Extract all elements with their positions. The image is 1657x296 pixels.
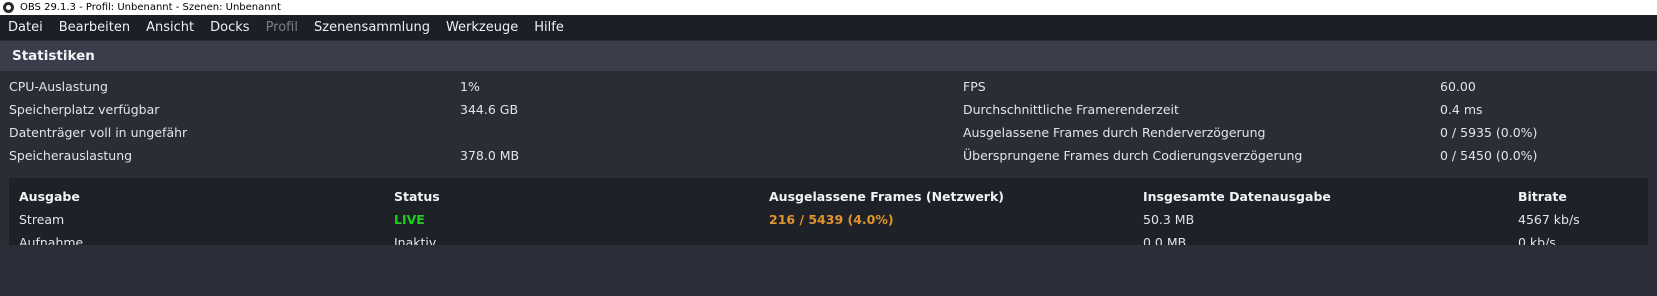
output-table: Ausgabe Status Ausgelassene Frames (Netz… bbox=[9, 178, 1657, 245]
stat-value: 344.6 GB bbox=[460, 102, 519, 117]
col-header-dropped: Ausgelassene Frames (Netzwerk) bbox=[769, 189, 1004, 204]
stat-label: Speicherauslastung bbox=[9, 148, 133, 163]
stat-label: Durchschnittliche Framerenderzeit bbox=[963, 102, 1179, 117]
menu-werkzeuge[interactable]: Werkzeuge bbox=[438, 20, 526, 35]
menu-bearbeiten[interactable]: Bearbeiten bbox=[51, 20, 138, 35]
stat-row-disk-free: Speicherplatz verfügbar 344.6 GB bbox=[9, 98, 829, 122]
total-output-value: 50.3 MB bbox=[1143, 212, 1195, 227]
panel-title: Statistiken bbox=[12, 48, 95, 64]
stat-row-cpu: CPU-Auslastung 1% bbox=[9, 75, 829, 99]
stats-panel-header: Statistiken bbox=[0, 41, 1657, 71]
stat-row-disk-full: Datenträger voll in ungefähr bbox=[9, 121, 829, 145]
table-row: Stream LIVE 216 / 5439 (4.0%) 50.3 MB 45… bbox=[9, 208, 1657, 231]
window-title: OBS 29.1.3 - Profil: Unbenannt - Szenen:… bbox=[20, 2, 281, 13]
status-badge: LIVE bbox=[394, 212, 425, 227]
stat-label: FPS bbox=[963, 79, 986, 94]
stat-value: 378.0 MB bbox=[460, 148, 520, 163]
stat-row-render-lag: Ausgelassene Frames durch Renderverzöger… bbox=[963, 121, 1653, 145]
status-text: Inaktiv bbox=[394, 235, 437, 245]
col-header-status: Status bbox=[394, 189, 440, 204]
output-name: Stream bbox=[19, 212, 65, 227]
bitrate-value: 0 kb/s bbox=[1518, 235, 1556, 245]
col-header-total: Insgesamte Datenausgabe bbox=[1143, 189, 1331, 204]
stat-value: 0.4 ms bbox=[1440, 102, 1483, 117]
total-output-value: 0.0 MB bbox=[1143, 235, 1187, 245]
bitrate-value: 4567 kb/s bbox=[1518, 212, 1580, 227]
stat-label: Datenträger voll in ungefähr bbox=[9, 125, 188, 140]
stat-label: Speicherplatz verfügbar bbox=[9, 102, 160, 117]
stat-row-render-time: Durchschnittliche Framerenderzeit 0.4 ms bbox=[963, 98, 1653, 122]
menu-profil: Profil bbox=[265, 20, 298, 35]
table-row: Aufnahme Inaktiv 0.0 MB 0 kb/s bbox=[9, 231, 1657, 245]
output-table-header: Ausgabe Status Ausgelassene Frames (Netz… bbox=[9, 185, 1657, 208]
menu-ansicht[interactable]: Ansicht bbox=[138, 20, 202, 35]
stat-value: 0 / 5935 (0.0%) bbox=[1440, 125, 1538, 140]
stat-value: 0 / 5450 (0.0%) bbox=[1440, 148, 1538, 163]
menu-bar: Datei Bearbeiten Ansicht Docks Profil Sz… bbox=[0, 15, 1657, 40]
stat-value: 1% bbox=[460, 79, 480, 94]
panel-edge bbox=[1648, 71, 1657, 245]
window-titlebar: OBS 29.1.3 - Profil: Unbenannt - Szenen:… bbox=[0, 0, 1657, 15]
obs-logo-icon bbox=[3, 2, 14, 13]
stat-row-fps: FPS 60.00 bbox=[963, 75, 1653, 99]
panel-footer-area bbox=[0, 245, 1657, 296]
stat-label: Ausgelassene Frames durch Renderverzöger… bbox=[963, 125, 1266, 140]
col-header-output: Ausgabe bbox=[19, 189, 80, 204]
menu-datei[interactable]: Datei bbox=[0, 20, 51, 35]
stat-label: CPU-Auslastung bbox=[9, 79, 108, 94]
menu-hilfe[interactable]: Hilfe bbox=[526, 20, 572, 35]
stat-label: Übersprungene Frames durch Codierungsver… bbox=[963, 148, 1303, 163]
col-header-bitrate: Bitrate bbox=[1518, 189, 1567, 204]
stat-row-memory: Speicherauslastung 378.0 MB bbox=[9, 144, 829, 168]
stat-value: 60.00 bbox=[1440, 79, 1476, 94]
menu-docks[interactable]: Docks bbox=[202, 20, 257, 35]
menu-szenensammlung[interactable]: Szenensammlung bbox=[306, 20, 438, 35]
dropped-frames-value: 216 / 5439 (4.0%) bbox=[769, 212, 894, 227]
stat-row-encode-lag: Übersprungene Frames durch Codierungsver… bbox=[963, 144, 1653, 168]
output-name: Aufnahme bbox=[19, 235, 84, 245]
